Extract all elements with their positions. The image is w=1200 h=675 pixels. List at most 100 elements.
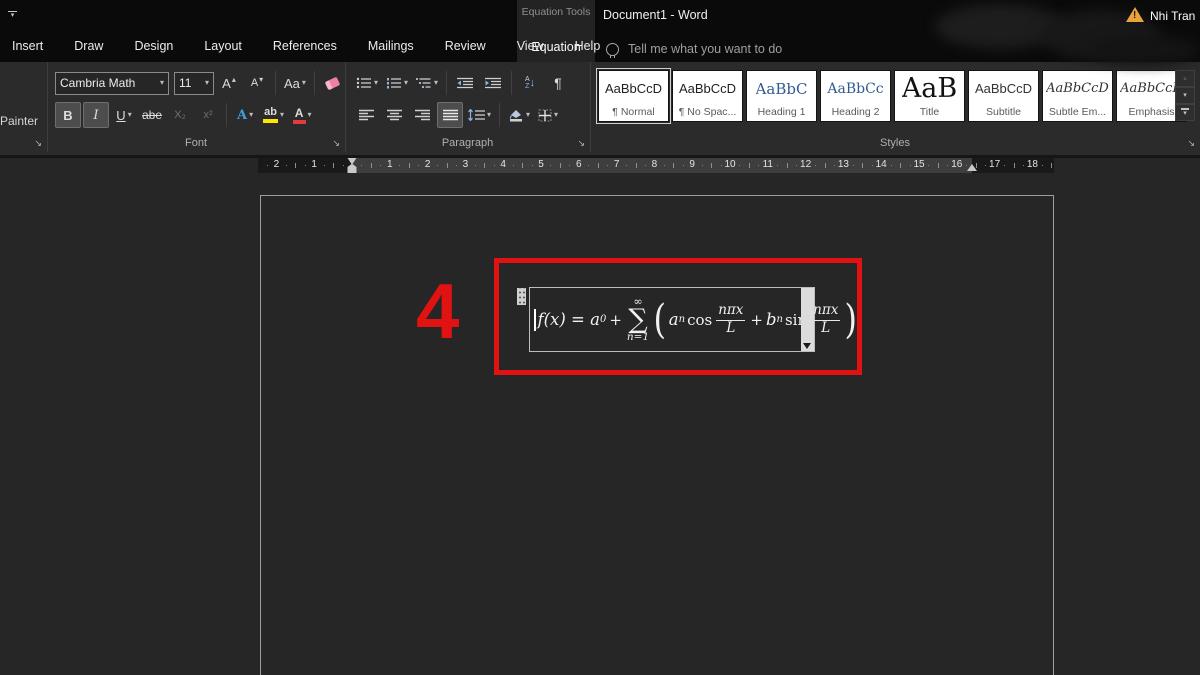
font-dialog-launcher-icon[interactable]: ↘	[332, 139, 340, 148]
align-right-button[interactable]	[409, 102, 435, 128]
clear-formatting-button[interactable]	[320, 70, 346, 96]
word-window: Equation Tools Equation ▾ Document1 - Wo…	[0, 0, 1200, 675]
tab-references[interactable]: References	[271, 39, 339, 53]
tab-design[interactable]: Design	[132, 39, 175, 53]
borders-grid-icon	[538, 109, 552, 122]
ruler-number: 5	[538, 159, 544, 170]
tab-draw[interactable]: Draw	[72, 39, 105, 53]
justify-button[interactable]	[437, 102, 463, 128]
numbering-button[interactable]: ▾	[383, 70, 411, 96]
style-label: ¶ Normal	[612, 106, 654, 121]
tab-insert[interactable]: Insert	[10, 39, 45, 53]
align-right-icon	[415, 109, 430, 121]
clipboard-dialog-launcher-icon[interactable]: ↘	[34, 139, 42, 148]
font-color-button[interactable]: A ▾	[289, 102, 315, 128]
style-card-subtitle[interactable]: AaBbCcDSubtitle	[968, 70, 1039, 122]
chevron-down-icon: ▾	[249, 111, 253, 119]
ruler-tick	[1042, 165, 1043, 166]
bullet-list-icon	[356, 77, 372, 89]
warning-icon[interactable]	[1126, 7, 1144, 22]
style-card-heading-1[interactable]: AaBbCHeading 1	[746, 70, 817, 122]
ruler-tick	[976, 163, 977, 168]
fraction: nπxL	[811, 303, 840, 336]
strikethrough-button[interactable]: abe	[139, 102, 165, 128]
quick-access-collapse-icon[interactable]: ▾	[8, 11, 17, 20]
sigma-symbol: ∑	[628, 306, 647, 333]
line-spacing-button[interactable]: ▾	[465, 102, 494, 128]
superscript-button[interactable]: x²	[195, 102, 221, 128]
ruler-tick	[1014, 163, 1015, 168]
change-case-button[interactable]: Aa▾	[281, 70, 309, 96]
chevron-down-icon: ▾	[434, 79, 438, 87]
ruler-tick	[295, 163, 296, 168]
format-painter-button[interactable]: Painter	[0, 114, 44, 128]
ruler-number: 15	[913, 159, 924, 170]
font-name-combo[interactable]: Cambria Math▾	[55, 72, 169, 95]
ruler-tick	[910, 165, 911, 166]
style-preview: AaBbCcD	[975, 71, 1032, 106]
equation-drag-handle-icon[interactable]	[517, 288, 526, 305]
ruler-number: 11	[763, 159, 773, 170]
styles-gallery-more-button[interactable]: ▾	[1175, 104, 1195, 121]
chevron-down-icon: ▾	[128, 111, 132, 119]
paragraph-dialog-launcher-icon[interactable]: ↘	[577, 139, 585, 148]
styles-gallery-up-button[interactable]: ▴	[1175, 70, 1195, 87]
equation-options-strip[interactable]	[801, 288, 814, 351]
ruler-tick	[494, 165, 495, 166]
ruler-number: 2	[425, 159, 431, 170]
ruler-tick	[371, 163, 372, 168]
tell-me-placeholder: Tell me what you want to do	[628, 42, 782, 56]
ruler[interactable]: 21123456789101112131415161718	[258, 158, 1054, 173]
borders-button[interactable]: ▾	[535, 102, 561, 128]
ruler-number: 13	[838, 159, 849, 170]
bold-button[interactable]: B	[55, 102, 81, 128]
grow-font-button[interactable]: A▴	[216, 70, 242, 96]
align-left-button[interactable]	[353, 102, 379, 128]
ruler-tick	[636, 163, 637, 168]
text-effects-button[interactable]: A▾	[232, 102, 258, 128]
italic-button[interactable]: I	[83, 102, 109, 128]
align-center-button[interactable]	[381, 102, 407, 128]
show-paragraph-marks-button[interactable]: ¶	[545, 70, 571, 96]
tab-view[interactable]: View	[515, 39, 546, 53]
bullets-button[interactable]: ▾	[353, 70, 381, 96]
signed-in-user[interactable]: Nhi Tran	[1150, 9, 1195, 23]
multilevel-list-button[interactable]: ▾	[413, 70, 441, 96]
tell-me-box[interactable]: Tell me what you want to do	[606, 38, 782, 60]
increase-indent-button[interactable]	[480, 70, 506, 96]
ruler-tick	[437, 165, 438, 166]
shading-button[interactable]: ▾	[505, 102, 533, 128]
styles-gallery-down-button[interactable]: ▾	[1175, 87, 1195, 104]
tab-mailings[interactable]: Mailings	[366, 39, 416, 53]
style-card-no-spac[interactable]: AaBbCcD¶ No Spac...	[672, 70, 743, 122]
tab-layout[interactable]: Layout	[202, 39, 244, 53]
decrease-indent-button[interactable]	[452, 70, 478, 96]
chevron-down-icon	[803, 343, 811, 349]
equation-editor[interactable]: f(x) = a0 + ∞ ∑ n=1 ( an cos nπxL + bn s…	[529, 287, 815, 352]
style-card-title[interactable]: AaBTitle	[894, 70, 965, 122]
line-spacing-icon	[468, 109, 485, 121]
font-size-combo[interactable]: 11▾	[174, 72, 214, 95]
styles-group-label: Styles	[590, 137, 1200, 149]
tab-review[interactable]: Review	[443, 39, 488, 53]
ruler-tick	[815, 165, 816, 166]
style-card-normal[interactable]: AaBbCcD¶ Normal	[598, 70, 669, 122]
style-card-subtle-em[interactable]: AaBbCcDSubtle Em...	[1042, 70, 1113, 122]
tab-help[interactable]: Help	[573, 39, 603, 53]
shrink-font-button[interactable]: A▾	[244, 70, 270, 96]
subscript-button[interactable]: X₂	[167, 102, 193, 128]
ruler-tick	[560, 163, 561, 168]
font-color-icon: A	[293, 107, 306, 124]
ruler-number: 12	[800, 159, 811, 170]
ruler-tick	[938, 163, 939, 168]
ruler-tick	[305, 165, 306, 166]
style-label: Subtle Em...	[1049, 106, 1106, 121]
increase-indent-icon	[485, 77, 501, 89]
ruler-tick	[673, 163, 674, 168]
sort-button[interactable]: AZ ↓	[517, 70, 543, 96]
text-highlight-button[interactable]: ab ▾	[260, 102, 287, 128]
styles-dialog-launcher-icon[interactable]: ↘	[1187, 139, 1195, 148]
style-card-heading-2[interactable]: AaBbCcHeading 2	[820, 70, 891, 122]
ruler-number: 18	[1027, 159, 1038, 170]
underline-button[interactable]: U▾	[111, 102, 137, 128]
